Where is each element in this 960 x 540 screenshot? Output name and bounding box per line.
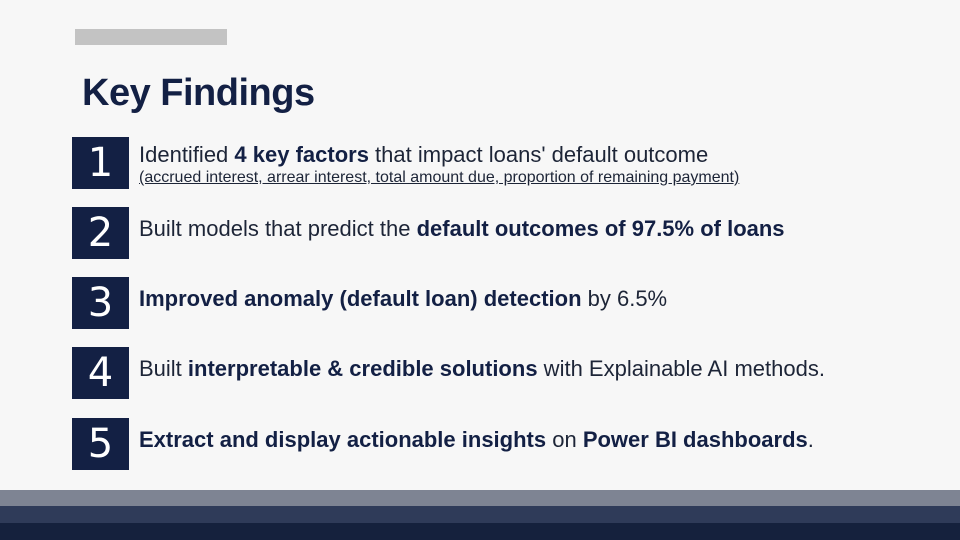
finding-5-part-2: on xyxy=(546,427,583,452)
finding-text-1: Identified 4 key factors that impact loa… xyxy=(139,141,708,169)
finding-number-3: 3 xyxy=(72,277,129,329)
footer-stripe-light xyxy=(0,490,960,506)
finding-5-highlight-2: Power BI dashboards xyxy=(582,427,808,452)
finding-number-5: 5 xyxy=(72,418,129,470)
finding-4: 4 Built interpretable & credible solutio… xyxy=(72,347,942,401)
footer-stripe-dark xyxy=(0,523,960,540)
finding-2-part-1: Built models that predict the xyxy=(139,216,417,241)
top-accent-bar xyxy=(75,29,227,45)
finding-4-part-3: with Explainable AI methods. xyxy=(537,356,825,381)
finding-3: 3 Improved anomaly (default loan) detect… xyxy=(72,277,942,331)
finding-number-1: 1 xyxy=(72,137,129,189)
finding-text-5: Extract and display actionable insights … xyxy=(139,426,814,454)
finding-1-highlight: 4 key factors xyxy=(234,142,369,167)
finding-5-part-4: . xyxy=(807,427,814,452)
footer-stripe-mid xyxy=(0,506,960,523)
finding-5-highlight-1: Extract and display actionable insights xyxy=(139,427,547,452)
finding-3-part-2: by 6.5% xyxy=(581,286,668,311)
finding-number-2: 2 xyxy=(72,207,129,259)
finding-3-highlight: Improved anomaly (default loan) detectio… xyxy=(139,286,582,311)
finding-4-part-1: Built xyxy=(139,356,188,381)
finding-text-4: Built interpretable & credible solutions… xyxy=(139,355,825,383)
finding-1-part-3: that impact loans' default outcome xyxy=(368,142,709,167)
finding-4-highlight: interpretable & credible solutions xyxy=(187,356,538,381)
finding-1-part-1: Identified xyxy=(139,142,235,167)
finding-text-3: Improved anomaly (default loan) detectio… xyxy=(139,285,667,313)
finding-1: 1 Identified 4 key factors that impact l… xyxy=(72,137,942,191)
finding-2: 2 Built models that predict the default … xyxy=(72,207,942,261)
finding-2-highlight: default outcomes of 97.5% of loans xyxy=(416,216,785,241)
finding-text-2: Built models that predict the default ou… xyxy=(139,215,785,243)
finding-1-factors-list: (accrued interest, arrear interest, tota… xyxy=(139,169,740,186)
finding-number-4: 4 xyxy=(72,347,129,399)
page-title: Key Findings xyxy=(82,72,315,114)
finding-5: 5 Extract and display actionable insight… xyxy=(72,418,942,472)
